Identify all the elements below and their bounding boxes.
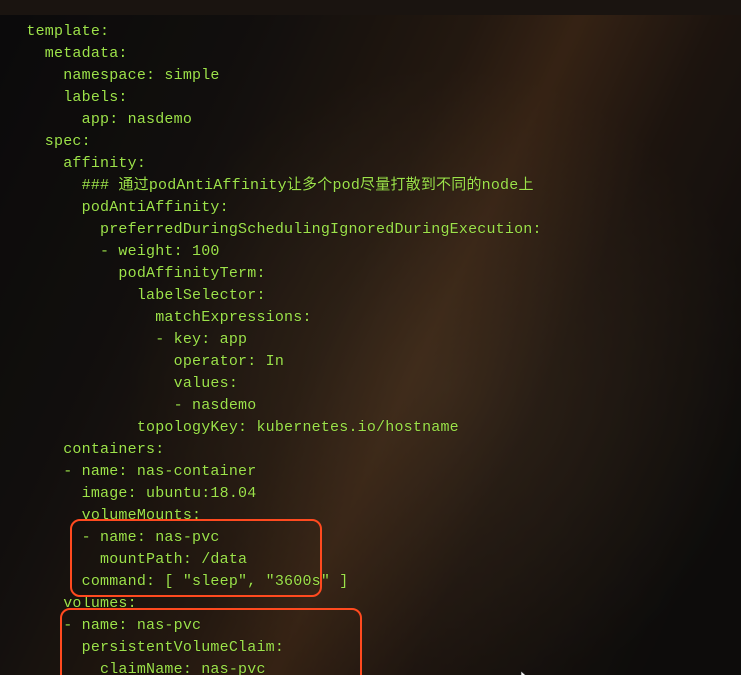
code-line: template: (8, 21, 741, 43)
code-line: matchExpressions: (8, 307, 741, 329)
code-line: affinity: (8, 153, 741, 175)
code-line: - name: nas-container (8, 461, 741, 483)
code-line: mountPath: /data (8, 549, 741, 571)
code-line: podAffinityTerm: (8, 263, 741, 285)
code-line: persistentVolumeClaim: (8, 637, 741, 659)
code-line: topologyKey: kubernetes.io/hostname (8, 417, 741, 439)
code-line: namespace: simple (8, 65, 741, 87)
code-line: claimName: nas-pvc (8, 659, 741, 675)
code-line: containers: (8, 439, 741, 461)
code-line: metadata: (8, 43, 741, 65)
code-line: ### 通过podAntiAffinity让多个pod尽量打散到不同的node上 (8, 175, 741, 197)
code-line: - name: nas-pvc (8, 527, 741, 549)
code-line: command: [ "sleep", "3600s" ] (8, 571, 741, 593)
code-line: - nasdemo (8, 395, 741, 417)
code-line: volumes: (8, 593, 741, 615)
code-line: - key: app (8, 329, 741, 351)
code-line: values: (8, 373, 741, 395)
code-line: - weight: 100 (8, 241, 741, 263)
code-line: preferredDuringSchedulingIgnoredDuringEx… (8, 219, 741, 241)
code-line: podAntiAffinity: (8, 197, 741, 219)
code-line: spec: (8, 131, 741, 153)
code-line: operator: In (8, 351, 741, 373)
code-line: image: ubuntu:18.04 (8, 483, 741, 505)
code-line: labels: (8, 87, 741, 109)
code-line: volumeMounts: (8, 505, 741, 527)
code-line: app: nasdemo (8, 109, 741, 131)
yaml-code: template: metadata: namespace: simple la… (0, 15, 741, 675)
code-line: labelSelector: (8, 285, 741, 307)
code-line: - name: nas-pvc (8, 615, 741, 637)
